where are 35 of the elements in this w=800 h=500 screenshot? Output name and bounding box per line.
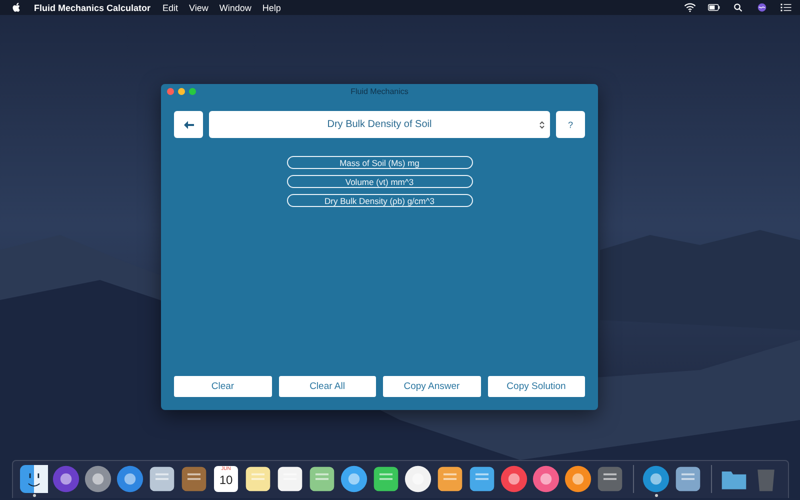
menu-item[interactable]: Window <box>219 2 252 12</box>
menu-item[interactable]: Help <box>262 2 281 12</box>
round-app-icon[interactable] <box>84 465 112 493</box>
action-button[interactable]: Copy Solution <box>488 376 585 397</box>
minimize-button[interactable] <box>178 88 185 94</box>
input-field[interactable]: Volume (vt) mm^3 <box>286 175 472 188</box>
left-arrow-icon <box>184 120 194 128</box>
window-title: Fluid Mechanics <box>350 86 408 96</box>
action-button[interactable]: Clear <box>174 376 272 397</box>
up-down-chevron-icon <box>539 120 545 130</box>
help-button[interactable]: ? <box>556 111 585 138</box>
round-app-icon[interactable] <box>116 465 144 493</box>
app-menu[interactable]: Fluid Mechanics Calculator <box>34 2 151 12</box>
round-app-icon[interactable] <box>564 465 592 493</box>
apple-logo-icon[interactable] <box>12 2 21 13</box>
wifi-icon[interactable] <box>684 3 696 12</box>
input-field[interactable]: Mass of Soil (Ms) mg <box>286 156 472 169</box>
list-icon[interactable] <box>780 3 792 12</box>
round-app-icon[interactable] <box>340 465 368 493</box>
formula-dropdown[interactable]: Dry Bulk Density of Soil <box>209 111 550 138</box>
input-field[interactable]: Dry Bulk Density (ρb) g/cm^3 <box>286 194 472 207</box>
round-app-icon[interactable] <box>500 465 528 493</box>
search-icon[interactable] <box>732 3 744 12</box>
siri-icon[interactable] <box>756 3 768 12</box>
action-button[interactable]: Clear All <box>278 376 376 397</box>
round-app-icon[interactable] <box>532 465 560 493</box>
battery-icon[interactable] <box>708 3 720 12</box>
back-button[interactable] <box>174 111 203 138</box>
round-app-icon[interactable] <box>642 465 670 493</box>
menu-item[interactable]: Edit <box>162 2 178 12</box>
action-button[interactable]: Copy Answer <box>383 376 480 397</box>
smiling-face-app-icon[interactable] <box>20 465 48 493</box>
round-app-icon[interactable] <box>52 465 80 493</box>
round-app-icon[interactable] <box>404 465 432 493</box>
menu-item[interactable]: View <box>189 2 208 12</box>
